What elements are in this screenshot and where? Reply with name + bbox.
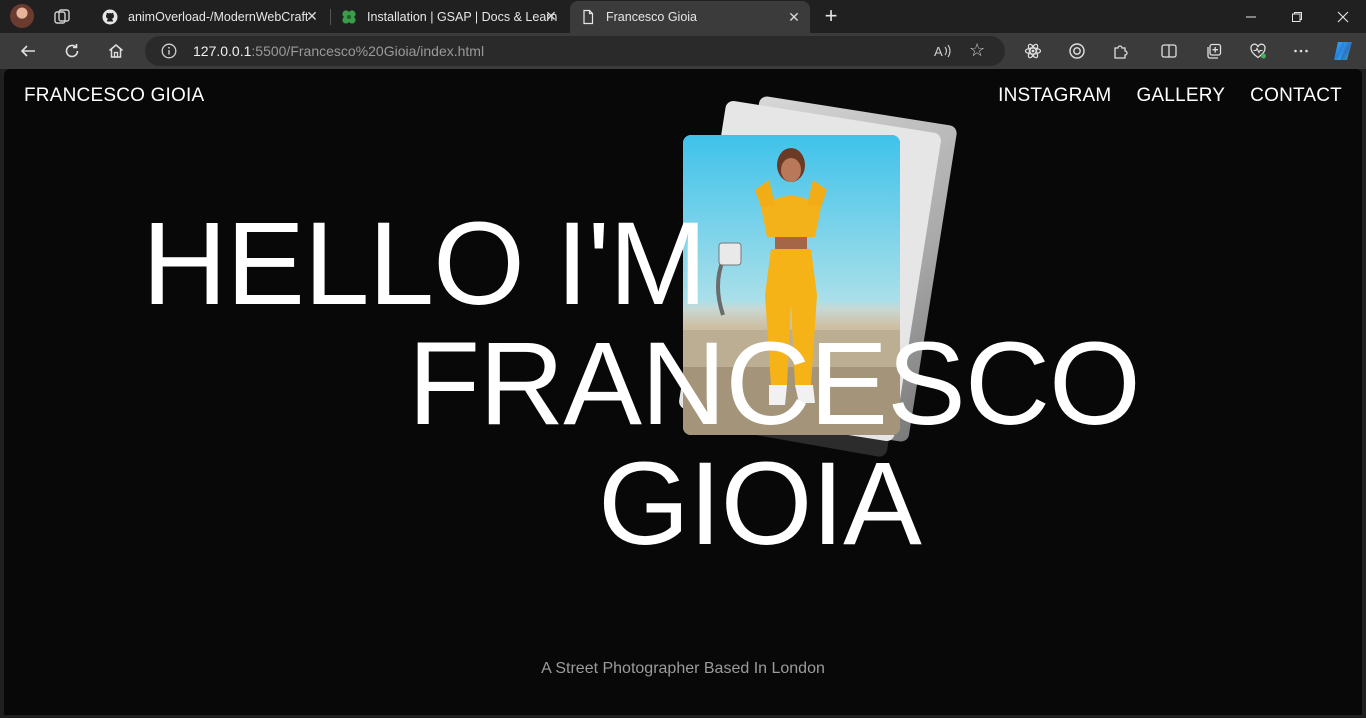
hero-heading-line-1: HELLO I'M [142, 198, 707, 330]
react-devtools-icon[interactable] [1021, 39, 1045, 63]
hero-tagline: A Street Photographer Based In London [541, 660, 825, 677]
browser-toolbar: 127.0.0.1:5500/Francesco%20Gioia/index.h… [0, 33, 1366, 69]
workspaces-icon[interactable] [52, 7, 72, 27]
split-screen-icon[interactable] [1157, 39, 1181, 63]
extensions-puzzle-icon[interactable] [1109, 39, 1133, 63]
page-icon [583, 9, 594, 25]
github-icon [102, 9, 118, 24]
window-close-icon[interactable] [1320, 0, 1366, 33]
close-tab-icon[interactable]: ✕ [304, 8, 320, 24]
address-bar[interactable]: 127.0.0.1:5500/Francesco%20Gioia/index.h… [145, 36, 1005, 66]
site-nav: INSTAGRAM GALLERY CONTACT [998, 85, 1342, 107]
svg-text:A: A [934, 44, 943, 59]
hero-heading-line-2: FRANCESCO [408, 318, 1141, 450]
back-arrow-icon[interactable] [16, 39, 40, 63]
browser-tab-bar: animOverload-/ModernWebCraft ✕ Installat… [0, 0, 1366, 33]
minimize-icon[interactable] [1228, 0, 1274, 33]
more-options-icon[interactable] [1289, 39, 1313, 63]
favorite-star-icon[interactable]: ☆ [969, 40, 989, 60]
home-icon[interactable] [104, 39, 128, 63]
copilot-icon[interactable] [1331, 39, 1355, 63]
site-info-icon[interactable] [161, 43, 177, 59]
nav-link-instagram[interactable]: INSTAGRAM [998, 85, 1111, 107]
tab-gsap[interactable]: Installation | GSAP | Docs & Learn ✕ [331, 0, 567, 33]
tab-github[interactable]: animOverload-/ModernWebCraft ✕ [92, 0, 328, 33]
profile-avatar[interactable] [10, 4, 34, 28]
extension-target-icon[interactable] [1065, 39, 1089, 63]
url-path: :5500/Francesco%20Gioia/index.html [251, 43, 485, 59]
close-tab-icon[interactable]: ✕ [543, 8, 559, 24]
refresh-icon[interactable] [60, 39, 84, 63]
collections-icon[interactable] [1202, 39, 1226, 63]
tab-title: Francesco Gioia [606, 10, 698, 24]
website-viewport: FRANCESCO GIOIA INSTAGRAM GALLERY CONTAC… [4, 69, 1362, 715]
browser-essentials-icon[interactable] [1246, 39, 1270, 63]
nav-link-gallery[interactable]: GALLERY [1136, 85, 1225, 107]
site-brand-logo[interactable]: FRANCESCO GIOIA [24, 85, 204, 107]
url-text[interactable]: 127.0.0.1:5500/Francesco%20Gioia/index.h… [193, 43, 484, 59]
close-tab-icon[interactable]: ✕ [786, 9, 802, 25]
tab-francesco-gioia[interactable]: Francesco Gioia ✕ [570, 1, 810, 33]
tab-title: Installation | GSAP | Docs & Learn [367, 9, 558, 24]
url-host: 127.0.0.1 [193, 43, 252, 59]
tab-title: animOverload-/ModernWebCraft [128, 9, 309, 24]
new-tab-plus-icon[interactable]: + [820, 5, 842, 27]
hero-heading-line-3: GIOIA [598, 438, 922, 570]
gsap-icon [342, 9, 356, 24]
nav-link-contact[interactable]: CONTACT [1250, 85, 1342, 107]
restore-icon[interactable] [1274, 0, 1320, 33]
read-aloud-icon[interactable]: A [933, 41, 953, 61]
